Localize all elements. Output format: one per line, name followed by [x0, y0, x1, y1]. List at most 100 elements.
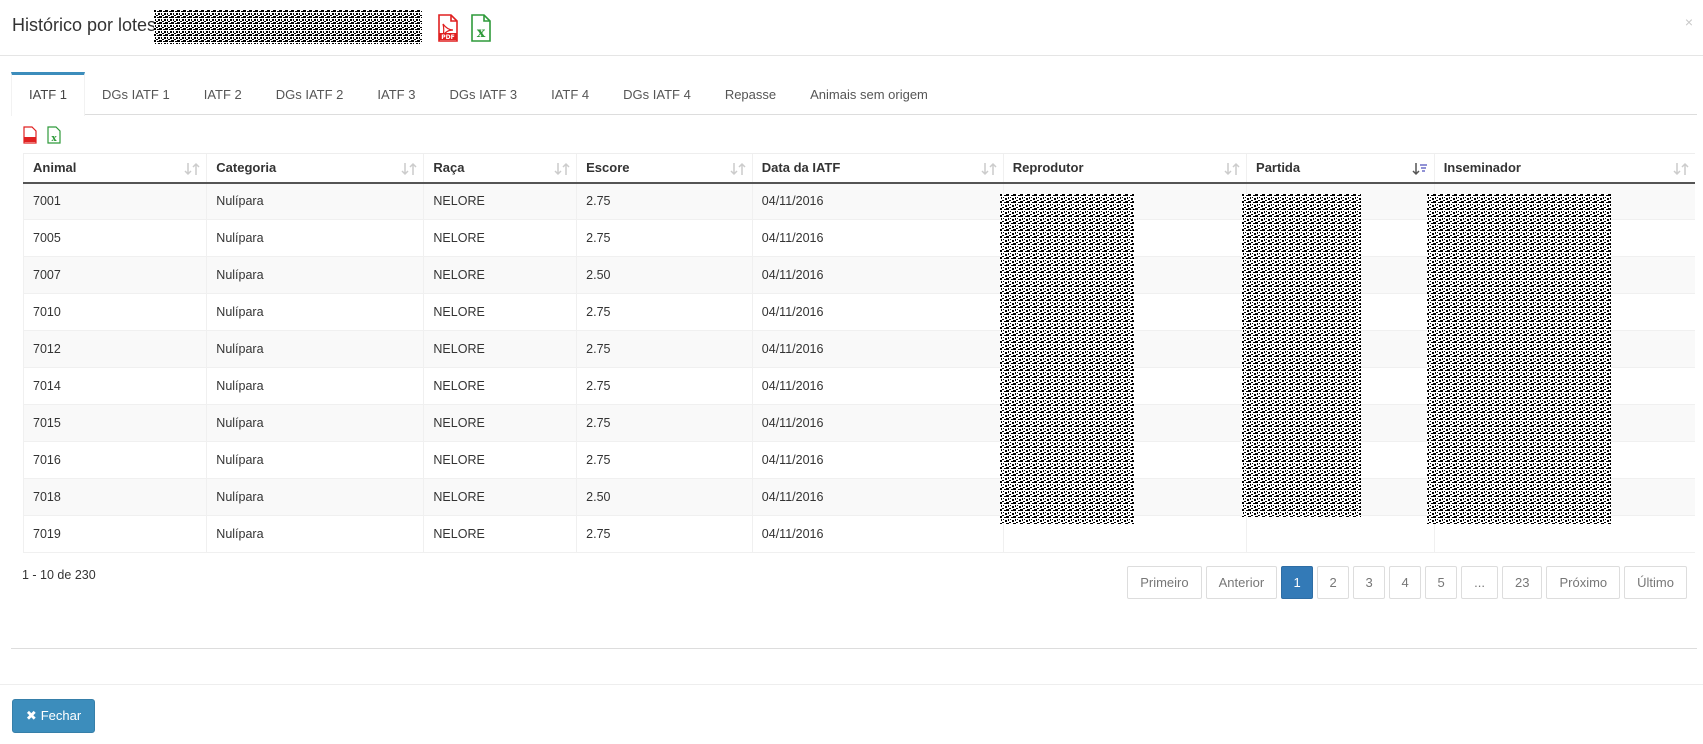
- tab-iatf-4[interactable]: IATF 4: [534, 72, 606, 115]
- excel-export-icon[interactable]: x: [469, 14, 493, 42]
- close-icon[interactable]: ×: [1685, 14, 1693, 30]
- cell-raca: NELORE: [423, 367, 577, 405]
- page-23-button[interactable]: 23: [1502, 566, 1543, 599]
- tab-dgs-iatf-4[interactable]: DGs IATF 4: [606, 72, 708, 115]
- sort-icon[interactable]: [1224, 162, 1240, 176]
- close-x-icon: ✖: [25, 708, 37, 723]
- cell-raca: NELORE: [423, 293, 577, 331]
- column-header-inseminador[interactable]: Inseminador: [1433, 153, 1695, 184]
- lot-history-panel: IATF 1 DGs IATF 1 IATF 2 DGs IATF 2 IATF…: [11, 72, 1697, 649]
- redacted-lot-name: [154, 10, 422, 44]
- cell-escore: 2.75: [576, 219, 753, 257]
- page-next-button[interactable]: Próximo: [1546, 566, 1621, 599]
- cell-escore: 2.75: [576, 441, 753, 479]
- tab-dgs-iatf-1[interactable]: DGs IATF 1: [85, 72, 187, 115]
- table-header-row: Animal Categoria Raça Escore Data da IAT…: [22, 153, 1695, 184]
- tab-bar: IATF 1 DGs IATF 1 IATF 2 DGs IATF 2 IATF…: [11, 72, 1697, 116]
- tab-iatf-1[interactable]: IATF 1: [11, 72, 86, 116]
- cell-data-iatf: 04/11/2016: [751, 404, 1004, 442]
- redacted-partida-column: [1242, 194, 1361, 517]
- cell-escore: 2.50: [576, 256, 753, 294]
- cell-categoria: Nulípara: [206, 219, 424, 257]
- cell-raca: NELORE: [423, 182, 577, 220]
- cell-animal: 7015: [22, 404, 207, 442]
- tab-iatf-3[interactable]: IATF 3: [360, 72, 432, 115]
- cell-animal: 7005: [22, 219, 207, 257]
- tab-iatf-2[interactable]: IATF 2: [187, 72, 259, 115]
- sort-icon[interactable]: [1673, 162, 1689, 176]
- column-header-raca[interactable]: Raça: [423, 153, 577, 184]
- page-prev-button[interactable]: Anterior: [1205, 566, 1278, 599]
- sort-icon[interactable]: [981, 162, 997, 176]
- tab-repasse[interactable]: Repasse: [708, 72, 793, 115]
- cell-data-iatf: 04/11/2016: [751, 441, 1004, 479]
- cell-animal: 7019: [22, 515, 207, 553]
- page-4-button[interactable]: 4: [1389, 566, 1422, 599]
- cell-animal: 7001: [22, 182, 207, 220]
- cell-categoria: Nulípara: [206, 182, 424, 220]
- cell-escore: 2.75: [576, 293, 753, 331]
- page-first-button[interactable]: Primeiro: [1127, 566, 1202, 599]
- excel-export-small-icon[interactable]: x: [47, 126, 61, 144]
- modal-header: Histórico por lotes PDF x ×: [0, 0, 1703, 56]
- pdf-export-small-icon[interactable]: [23, 126, 37, 144]
- page-last-button[interactable]: Último: [1624, 566, 1687, 599]
- tab-dgs-iatf-3[interactable]: DGs IATF 3: [432, 72, 534, 115]
- column-header-partida[interactable]: Partida: [1246, 153, 1435, 184]
- cell-data-iatf: 04/11/2016: [751, 256, 1004, 294]
- page-5-button[interactable]: 5: [1425, 566, 1458, 599]
- tab-dgs-iatf-2[interactable]: DGs IATF 2: [259, 72, 361, 115]
- table-export-toolbar: x: [23, 126, 61, 144]
- cell-raca: NELORE: [423, 219, 577, 257]
- cell-data-iatf: 04/11/2016: [751, 515, 1004, 553]
- sort-icon[interactable]: [184, 162, 200, 176]
- cell-raca: NELORE: [423, 441, 577, 479]
- cell-escore: 2.75: [576, 404, 753, 442]
- cell-escore: 2.75: [576, 367, 753, 405]
- cell-categoria: Nulípara: [206, 330, 424, 368]
- svg-text:PDF: PDF: [441, 34, 454, 41]
- cell-raca: NELORE: [423, 256, 577, 294]
- cell-categoria: Nulípara: [206, 256, 424, 294]
- cell-data-iatf: 04/11/2016: [751, 293, 1004, 331]
- modal-footer-divider: [0, 684, 1703, 685]
- modal-title: Histórico por lotes: [12, 15, 157, 35]
- page-2-button[interactable]: 2: [1317, 566, 1350, 599]
- pagination: Primeiro Anterior 1 2 3 4 5 ... 23 Próxi…: [1123, 566, 1687, 599]
- close-button[interactable]: ✖ Fechar: [12, 699, 95, 733]
- cell-categoria: Nulípara: [206, 367, 424, 405]
- cell-escore: 2.75: [576, 330, 753, 368]
- cell-data-iatf: 04/11/2016: [751, 219, 1004, 257]
- cell-animal: 7018: [22, 478, 207, 516]
- cell-escore: 2.75: [576, 515, 753, 553]
- cell-data-iatf: 04/11/2016: [751, 330, 1004, 368]
- cell-categoria: Nulípara: [206, 478, 424, 516]
- redacted-reprodutor-column: [1000, 194, 1134, 524]
- column-header-reprodutor[interactable]: Reprodutor: [1002, 153, 1247, 184]
- sort-desc-icon[interactable]: [1412, 162, 1428, 176]
- sort-icon[interactable]: [554, 162, 570, 176]
- column-header-escore[interactable]: Escore: [576, 153, 753, 184]
- cell-raca: NELORE: [423, 404, 577, 442]
- svg-text:x: x: [51, 134, 57, 144]
- cell-categoria: Nulípara: [206, 404, 424, 442]
- pdf-export-icon[interactable]: PDF: [436, 14, 460, 42]
- column-header-animal[interactable]: Animal: [22, 153, 207, 184]
- page-1-button[interactable]: 1: [1281, 566, 1314, 599]
- page-ellipsis: ...: [1461, 566, 1498, 599]
- sort-icon[interactable]: [401, 162, 417, 176]
- cell-animal: 7007: [22, 256, 207, 294]
- cell-escore: 2.50: [576, 478, 753, 516]
- tab-animais-sem-origem[interactable]: Animais sem origem: [793, 72, 945, 115]
- cell-categoria: Nulípara: [206, 515, 424, 553]
- cell-animal: 7016: [22, 441, 207, 479]
- cell-categoria: Nulípara: [206, 293, 424, 331]
- cell-partida: [1246, 515, 1435, 553]
- page-3-button[interactable]: 3: [1353, 566, 1386, 599]
- column-header-data-iatf[interactable]: Data da IATF: [751, 153, 1004, 184]
- column-header-categoria[interactable]: Categoria: [206, 153, 424, 184]
- cell-animal: 7010: [22, 293, 207, 331]
- sort-icon[interactable]: [730, 162, 746, 176]
- cell-animal: 7014: [22, 367, 207, 405]
- cell-data-iatf: 04/11/2016: [751, 367, 1004, 405]
